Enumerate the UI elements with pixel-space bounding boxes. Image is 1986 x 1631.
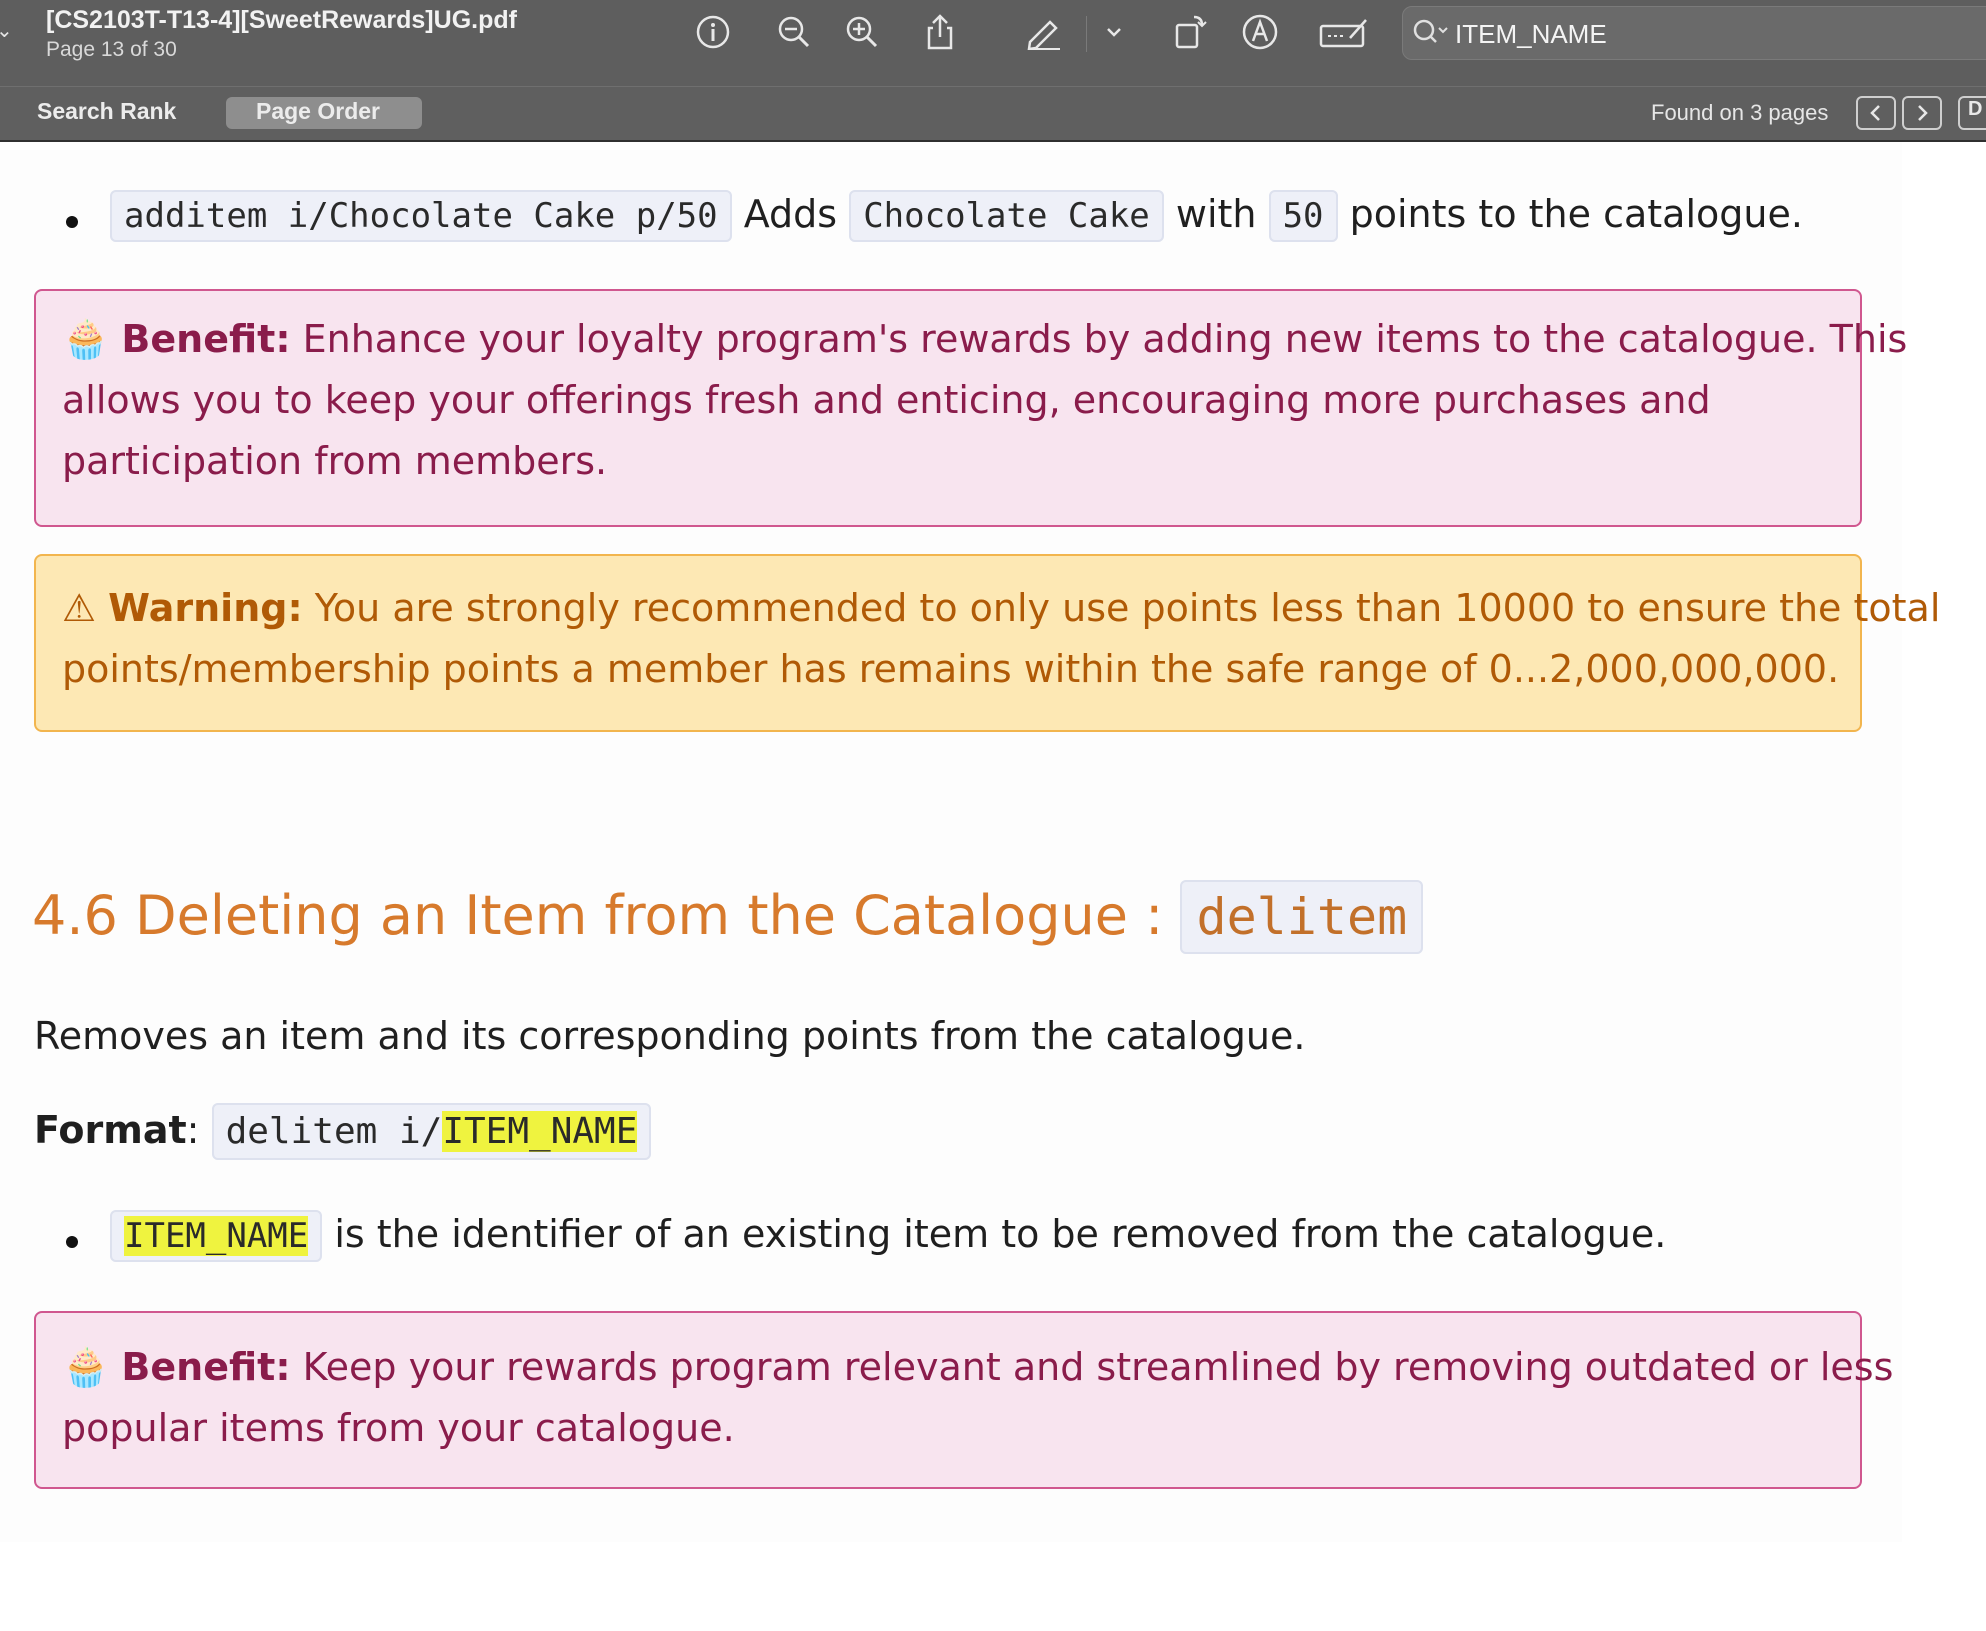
previous-result-button[interactable]: [1856, 96, 1896, 130]
param-code: ITEM_NAME: [110, 1210, 323, 1262]
warning-callout: ⚠ Warning: You are strongly recommended …: [34, 554, 1940, 732]
section-heading: 4.6 Deleting an Item from the Catalogue …: [32, 880, 1424, 954]
heading-command-code: delitem: [1180, 880, 1424, 954]
page-order-tab[interactable]: Page Order: [256, 98, 380, 125]
pdf-toolbar: ⌄ [CS2103T-T13-4][SweetRewards]UG.pdf Pa…: [0, 0, 1986, 86]
example-text: Adds: [743, 192, 838, 236]
section-description: Removes an item and its corresponding po…: [34, 1014, 1306, 1058]
benefit-text: Enhance your loyalty program's rewards b…: [302, 317, 1908, 361]
signature-icon[interactable]: [1318, 10, 1370, 54]
benefit-line: 🧁 Benefit: Enhance your loyalty program'…: [62, 309, 1907, 370]
sidebar-toggle-chevron-icon[interactable]: ⌄: [0, 18, 13, 42]
heading-text: 4.6 Deleting an Item from the Catalogue …: [32, 884, 1164, 947]
page-indicator: Page 13 of 30: [46, 38, 177, 61]
format-colon: :: [186, 1108, 200, 1152]
format-code-prefix: delitem i/: [225, 1111, 443, 1152]
param-text: is the identifier of an existing item to…: [334, 1212, 1667, 1256]
chevron-left-icon: [1870, 105, 1880, 121]
chevron-right-icon: [1918, 105, 1928, 121]
benefit-label: Benefit:: [121, 1345, 291, 1389]
search-rank-tab[interactable]: Search Rank: [37, 98, 176, 125]
example-text: points to the catalogue.: [1349, 192, 1803, 236]
toolbar-separator: [1086, 16, 1087, 52]
benefit-text: allows you to keep your offerings fresh …: [62, 378, 1711, 422]
example-text: with: [1175, 192, 1257, 236]
benefit-text: participation from members.: [62, 439, 608, 483]
document-title: [CS2103T-T13-4][SweetRewards]UG.pdf: [46, 6, 517, 34]
format-line: Format: delitem i/ITEM_NAME: [34, 1103, 652, 1160]
warning-label: Warning:: [108, 586, 303, 630]
warning-text: points/membership points a member has re…: [62, 647, 1840, 691]
zoom-out-icon[interactable]: [772, 10, 816, 54]
example-line: additem i/Chocolate Cake p/50 Adds Choco…: [110, 190, 1803, 242]
benefit-callout: 🧁 Benefit: Keep your rewards program rel…: [34, 1311, 1893, 1489]
benefit-text: popular items from your catalogue.: [62, 1406, 735, 1450]
bullet: [66, 216, 78, 228]
zoom-in-icon[interactable]: [840, 10, 884, 54]
format-code: delitem i/ITEM_NAME: [211, 1103, 652, 1160]
search-field[interactable]: ITEM_NAME: [1402, 6, 1986, 60]
points-code: 50: [1268, 190, 1338, 242]
info-icon[interactable]: [691, 10, 735, 54]
item-name-code: Chocolate Cake: [849, 190, 1164, 242]
done-button[interactable]: D: [1958, 96, 1986, 130]
warning-line: ⚠ Warning: You are strongly recommended …: [62, 578, 1940, 639]
rotate-icon[interactable]: [1168, 10, 1212, 54]
bullet: [66, 1236, 78, 1248]
benefit-text: Keep your rewards program relevant and s…: [302, 1345, 1894, 1389]
benefit-label: Benefit:: [121, 317, 291, 361]
cupcake-icon: 🧁: [62, 317, 110, 361]
pdf-page: additem i/Chocolate Cake p/50 Adds Choco…: [0, 142, 1940, 1542]
search-highlight: ITEM_NAME: [124, 1216, 309, 1256]
search-icon: [1411, 17, 1451, 53]
search-input[interactable]: ITEM_NAME: [1455, 19, 1607, 50]
annotate-icon[interactable]: [1238, 10, 1282, 54]
example-command-code: additem i/Chocolate Cake p/50: [110, 190, 732, 242]
benefit-line: 🧁 Benefit: Keep your rewards program rel…: [62, 1337, 1893, 1398]
chevron-down-icon[interactable]: [1092, 10, 1136, 54]
share-icon[interactable]: [918, 10, 962, 54]
search-highlight: ITEM_NAME: [442, 1111, 638, 1152]
found-count: Found on 3 pages: [1651, 100, 1829, 125]
next-result-button[interactable]: [1902, 96, 1942, 130]
warning-text: You are strongly recommended to only use…: [314, 586, 1941, 630]
markup-pen-icon[interactable]: [1022, 10, 1066, 54]
format-label: Format: [34, 1108, 187, 1152]
cupcake-icon: 🧁: [62, 1345, 110, 1389]
benefit-callout: 🧁 Benefit: Enhance your loyalty program'…: [34, 289, 1907, 527]
param-line: ITEM_NAME is the identifier of an existi…: [110, 1210, 1667, 1262]
warning-icon: ⚠: [62, 586, 97, 630]
